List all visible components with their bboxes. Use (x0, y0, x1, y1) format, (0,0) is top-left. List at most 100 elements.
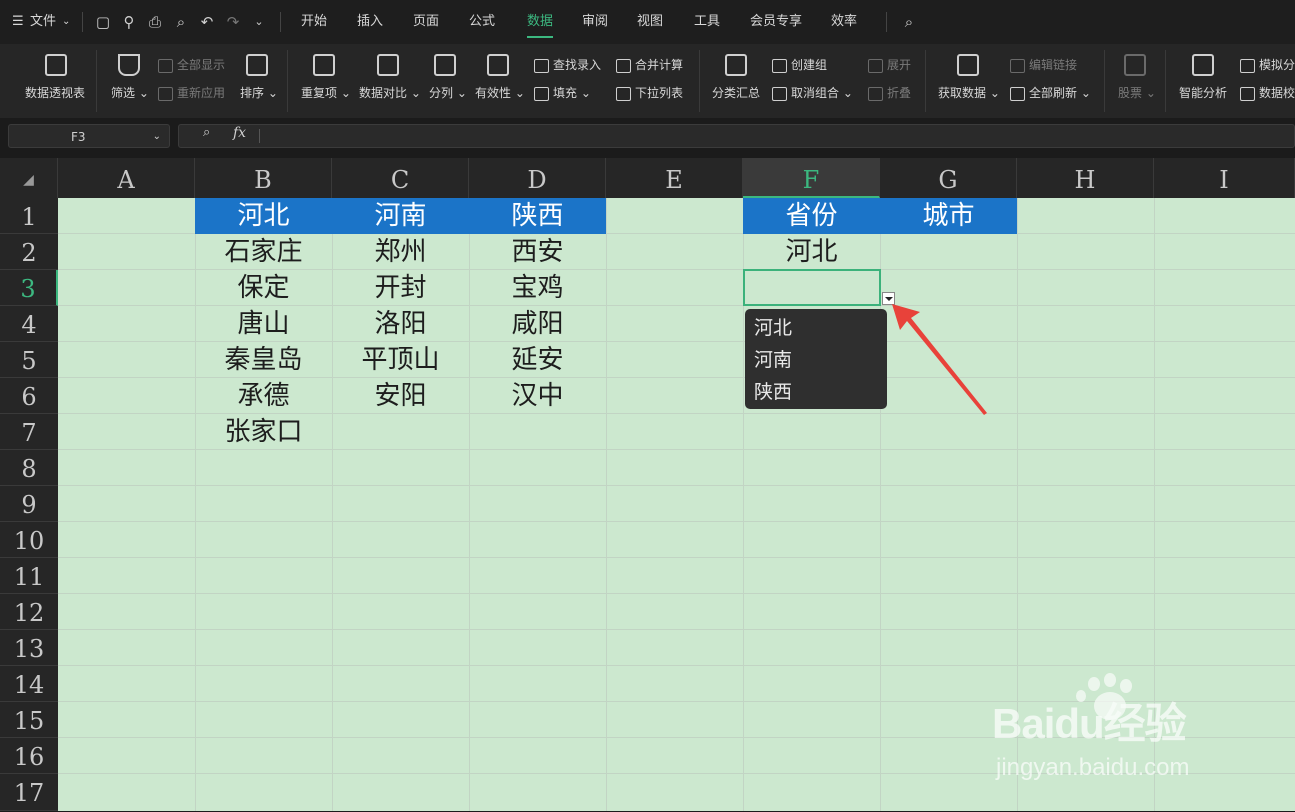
column-header-I[interactable]: I (1154, 158, 1295, 198)
column-header-H[interactable]: H (1017, 158, 1154, 198)
row-header-10[interactable]: 10 (0, 522, 58, 558)
cell-F2[interactable]: 河北 (743, 234, 880, 270)
row-header-17[interactable]: 17 (0, 774, 58, 811)
reapply-button[interactable]: 重新应用 (158, 84, 225, 101)
tab-member[interactable]: 会员专享 (750, 0, 802, 44)
dropdown-list-button[interactable]: 下拉列表 (616, 84, 683, 101)
validity-button[interactable]: 有效性 ⌄ (475, 84, 525, 101)
cell-B6[interactable]: 承德 (195, 378, 332, 414)
chevron-down-icon[interactable]: ⌄ (62, 0, 70, 44)
fill-button[interactable]: 填充 ⌄ (534, 84, 591, 101)
chevron-down-icon[interactable]: ⌄ (153, 125, 161, 149)
save-icon[interactable]: ▢ (94, 13, 112, 31)
duplicates-button[interactable]: 重复项 ⌄ (301, 84, 351, 101)
data-check-button[interactable]: 数据校 (1240, 84, 1295, 101)
sort-button[interactable]: 排序 ⌄ (240, 84, 278, 101)
stocks-button[interactable]: 股票 ⌄ (1118, 84, 1156, 101)
undo-icon[interactable]: ↶ (198, 13, 216, 31)
redo-icon[interactable]: ↷ (224, 13, 242, 31)
dropdown-option-shaanxi[interactable]: 陕西 (745, 376, 887, 408)
filter-button[interactable]: 筛选 ⌄ (111, 84, 149, 101)
column-header-C[interactable]: C (332, 158, 469, 198)
cell-C4[interactable]: 洛阳 (332, 306, 469, 342)
cell-B4[interactable]: 唐山 (195, 306, 332, 342)
dropdown-option-henan[interactable]: 河南 (745, 344, 887, 376)
file-menu[interactable]: 文件 (30, 0, 56, 44)
cell-C6[interactable]: 安阳 (332, 378, 469, 414)
tab-efficiency[interactable]: 效率 (831, 0, 857, 44)
split-button[interactable]: 分列 ⌄ (429, 84, 467, 101)
cell-D2[interactable]: 西安 (469, 234, 606, 270)
get-data-button[interactable]: 获取数据 ⌄ (938, 84, 1000, 101)
column-header-G[interactable]: G (880, 158, 1017, 198)
row-header-15[interactable]: 15 (0, 702, 58, 738)
selected-cell-F3[interactable] (743, 269, 881, 306)
compare-button[interactable]: 数据对比 ⌄ (359, 84, 421, 101)
search-icon[interactable]: ⌕ (900, 13, 918, 31)
cell-C1[interactable]: 河南 (332, 198, 469, 234)
cell-B3[interactable]: 保定 (195, 270, 332, 306)
column-header-D[interactable]: D (469, 158, 606, 198)
row-header-16[interactable]: 16 (0, 738, 58, 774)
hamburger-icon[interactable]: ☰ (12, 0, 24, 44)
row-header-1[interactable]: 1 (0, 198, 58, 234)
row-header-4[interactable]: 4 (0, 306, 58, 342)
subtotal-button[interactable]: 分类汇总 (712, 84, 760, 101)
tab-insert[interactable]: 插入 (357, 0, 383, 44)
print-preview-icon[interactable]: ⌕ (172, 13, 190, 31)
cell-D6[interactable]: 汉中 (469, 378, 606, 414)
dropdown-option-hebei[interactable]: 河北 (745, 312, 887, 344)
zoom-icon[interactable]: ⌕ (203, 125, 210, 140)
pivot-table-button[interactable]: 数据透视表 (25, 84, 85, 101)
column-header-F[interactable]: F (743, 158, 880, 198)
row-header-8[interactable]: 8 (0, 450, 58, 486)
column-header-A[interactable]: A (58, 158, 195, 198)
expand-button[interactable]: 展开 (868, 56, 911, 73)
fx-icon[interactable]: fx (233, 125, 246, 141)
cell-B2[interactable]: 石家庄 (195, 234, 332, 270)
cell-D5[interactable]: 延安 (469, 342, 606, 378)
row-header-5[interactable]: 5 (0, 342, 58, 378)
row-header-3[interactable]: 3 (0, 270, 58, 306)
cell-D3[interactable]: 宝鸡 (469, 270, 606, 306)
cell-G1[interactable]: 城市 (880, 198, 1017, 234)
refresh-all-button[interactable]: 全部刷新 ⌄ (1010, 84, 1091, 101)
column-header-E[interactable]: E (606, 158, 743, 198)
ungroup-button[interactable]: 取消组合 ⌄ (772, 84, 853, 101)
tab-view[interactable]: 视图 (637, 0, 663, 44)
name-box[interactable]: F3 ⌄ (8, 124, 170, 148)
tab-tools[interactable]: 工具 (694, 0, 720, 44)
row-header-9[interactable]: 9 (0, 486, 58, 522)
formula-input[interactable]: ⌕ fx (178, 124, 1295, 148)
row-header-7[interactable]: 7 (0, 414, 58, 450)
more-chevron-icon[interactable]: ⌄ (250, 13, 268, 31)
print-icon[interactable]: ⎙ (146, 13, 164, 31)
cell-D4[interactable]: 咸阳 (469, 306, 606, 342)
row-header-6[interactable]: 6 (0, 378, 58, 414)
edit-links-button[interactable]: 编辑链接 (1010, 56, 1077, 73)
what-if-button[interactable]: 模拟分 (1240, 56, 1295, 73)
smart-analysis-button[interactable]: 智能分析 (1179, 84, 1227, 101)
tab-page[interactable]: 页面 (413, 0, 439, 44)
tab-home[interactable]: 开始 (301, 0, 327, 44)
row-header-2[interactable]: 2 (0, 234, 58, 270)
row-header-11[interactable]: 11 (0, 558, 58, 594)
cell-D1[interactable]: 陕西 (469, 198, 606, 234)
row-header-14[interactable]: 14 (0, 666, 58, 702)
find-entry-button[interactable]: 查找录入 (534, 56, 601, 73)
cell-C2[interactable]: 郑州 (332, 234, 469, 270)
show-all-button[interactable]: 全部显示 (158, 56, 225, 73)
tab-formula[interactable]: 公式 (469, 0, 495, 44)
row-header-13[interactable]: 13 (0, 630, 58, 666)
tab-review[interactable]: 审阅 (582, 0, 608, 44)
consolidate-button[interactable]: 合并计算 (616, 56, 683, 73)
cell-B1[interactable]: 河北 (195, 198, 332, 234)
select-all-corner[interactable]: ◢ (0, 158, 58, 198)
column-header-B[interactable]: B (195, 158, 332, 198)
row-header-12[interactable]: 12 (0, 594, 58, 630)
cell-C3[interactable]: 开封 (332, 270, 469, 306)
cell-F1[interactable]: 省份 (743, 198, 880, 234)
cell-C5[interactable]: 平顶山 (332, 342, 469, 378)
create-group-button[interactable]: 创建组 (772, 56, 827, 73)
collapse-button[interactable]: 折叠 (868, 84, 911, 101)
